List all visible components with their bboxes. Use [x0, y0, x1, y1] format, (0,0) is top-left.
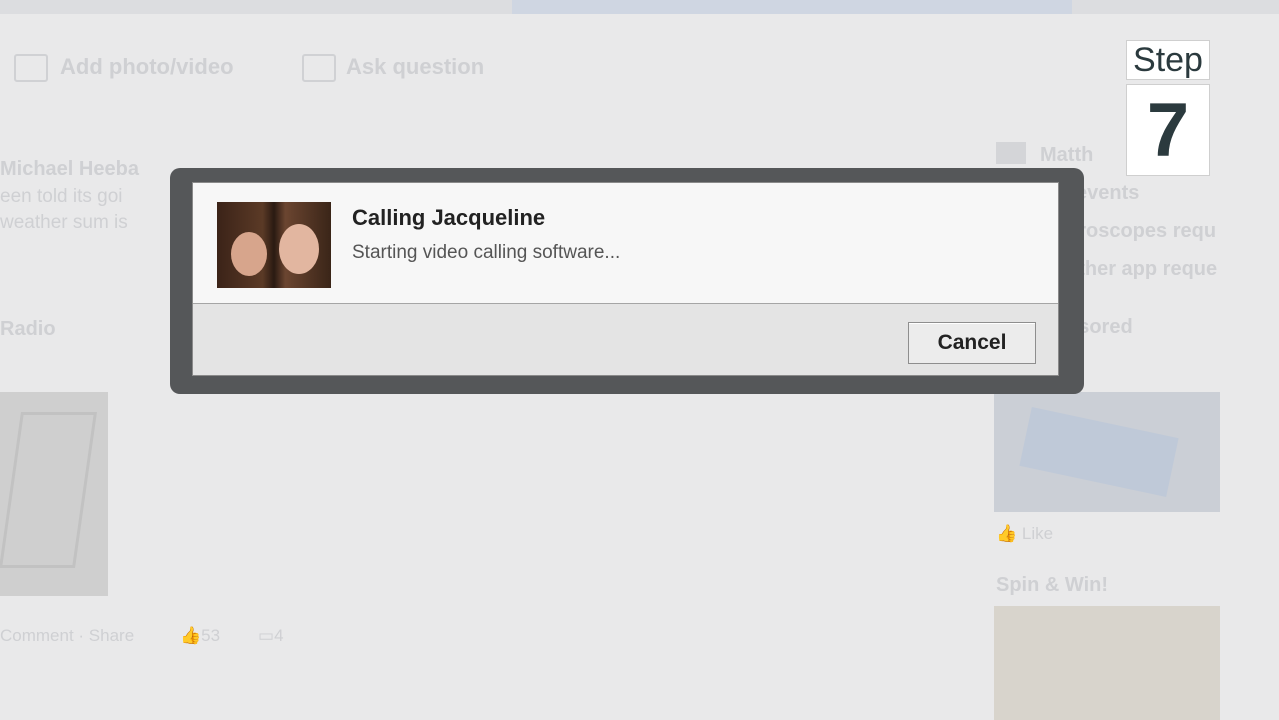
step-label: Step [1126, 40, 1210, 80]
post-text-line2: weather sum is [0, 212, 128, 233]
dialog-body: Calling Jacqueline Starting video callin… [193, 183, 1058, 303]
thumbs-up-icon: 👍 [996, 524, 1022, 543]
contact-avatar [217, 202, 331, 288]
photo-icon [14, 54, 48, 82]
calling-dialog: Calling Jacqueline Starting video callin… [192, 182, 1059, 376]
post-comment-count: ▭4 [258, 626, 284, 645]
top-bar [0, 0, 1279, 14]
post-text-line1: een told its goi [0, 186, 123, 207]
calendar-icon [996, 142, 1026, 164]
right-other-app[interactable]: other app reque [1066, 258, 1217, 281]
step-number: 7 [1126, 84, 1210, 176]
add-photo-video-link[interactable]: Add photo/video [60, 54, 234, 80]
right-like-link[interactable]: 👍 Like [996, 524, 1053, 544]
comment-icon: ▭ [258, 626, 275, 645]
spin-win-image[interactable] [994, 606, 1220, 720]
right-name[interactable]: Matth [1040, 144, 1093, 167]
avatar-face-right [279, 224, 319, 274]
question-icon [302, 54, 336, 82]
top-bar-highlight [512, 0, 1072, 14]
sponsored-image[interactable] [994, 392, 1220, 512]
dialog-message: Starting video calling software... [352, 242, 621, 263]
spin-win-title[interactable]: Spin & Win! [996, 574, 1108, 597]
post-image[interactable] [0, 392, 108, 596]
post-like-count: 👍53 [180, 626, 221, 645]
right-events[interactable]: events [1076, 182, 1139, 205]
ask-question-link[interactable]: Ask question [346, 54, 484, 80]
dialog-title: Calling Jacqueline [352, 205, 546, 230]
right-horoscopes[interactable]: oroscopes requ [1066, 220, 1216, 243]
post-actions[interactable]: Comment · Share [0, 626, 134, 646]
dialog-footer: Cancel [193, 303, 1058, 375]
section-title-left: Radio [0, 318, 56, 340]
cancel-button[interactable]: Cancel [908, 322, 1036, 364]
like-icon: 👍 [180, 626, 202, 645]
avatar-face-left [231, 232, 267, 276]
post-author[interactable]: Michael Heeba [0, 158, 139, 181]
